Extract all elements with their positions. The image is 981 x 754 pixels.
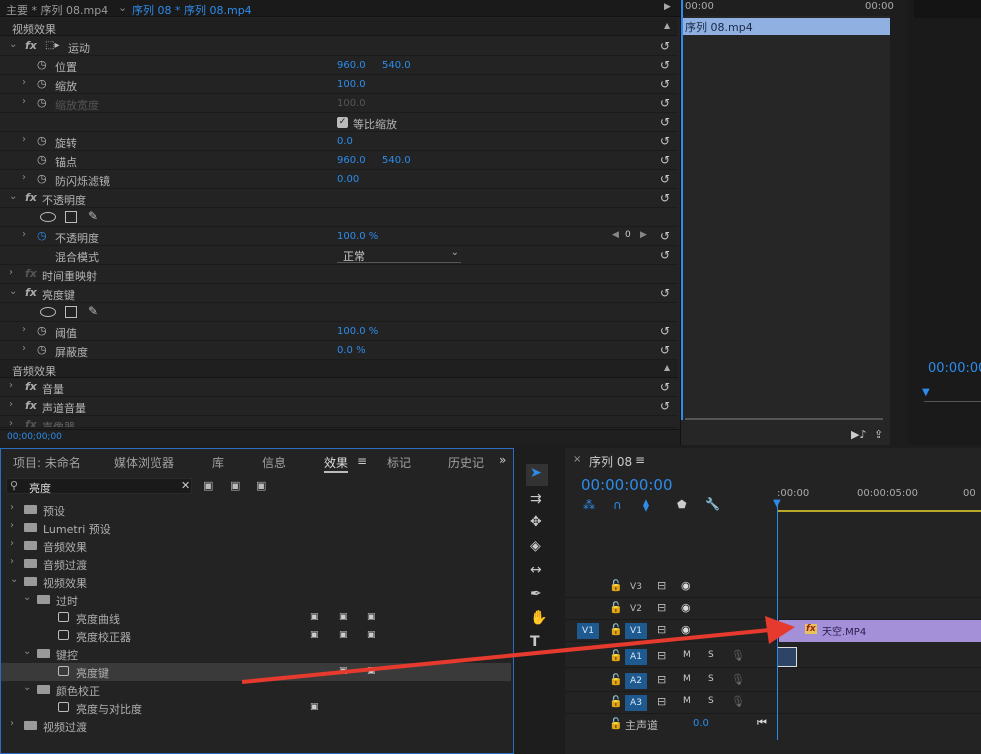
annotation-arrow [241,616,795,684]
